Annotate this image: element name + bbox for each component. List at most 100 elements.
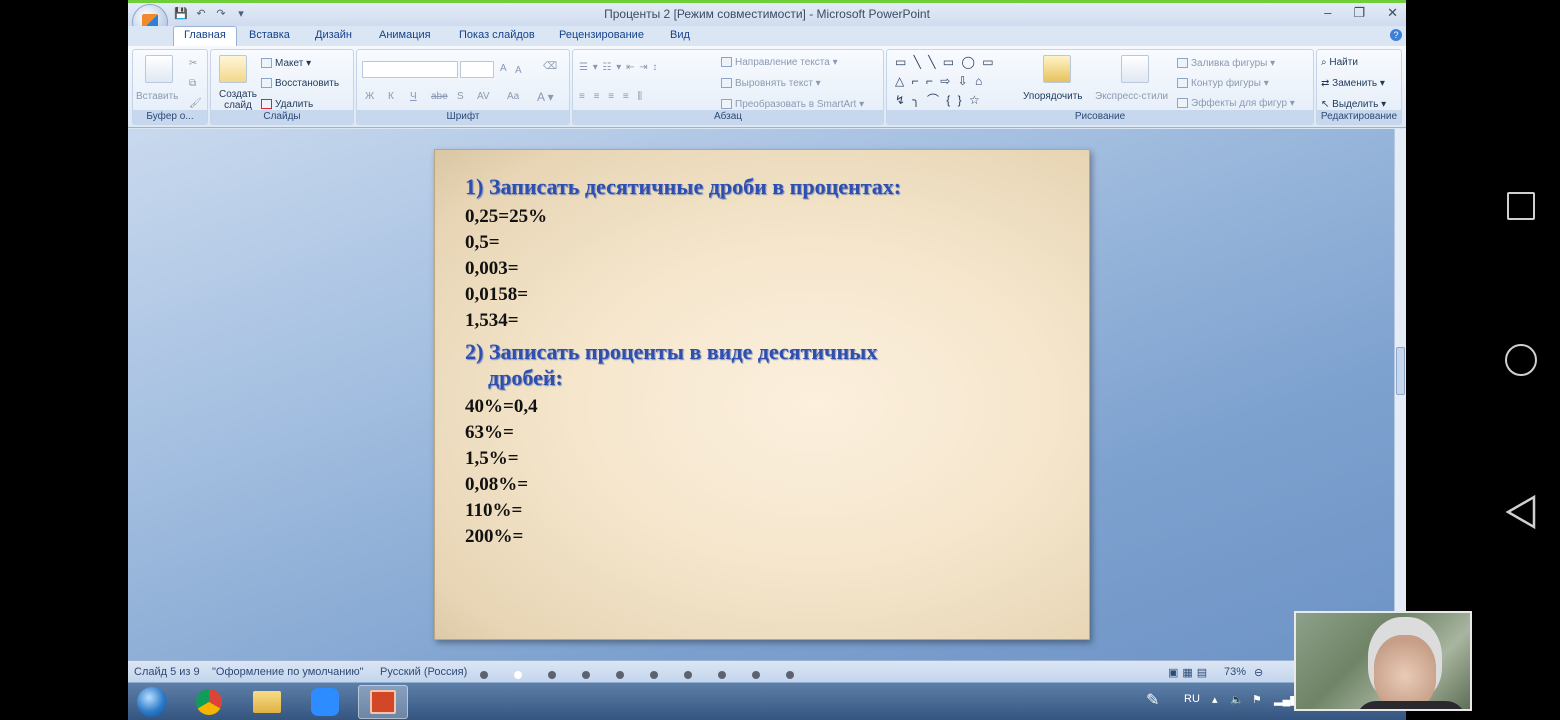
align-buttons[interactable]: ≡ ≡ ≡ ≡ ⫼ [579, 91, 645, 102]
slide-editing-area[interactable]: 1) Записать десятичные дроби в процентах… [128, 129, 1394, 660]
replace-button[interactable]: ⇄ Заменить ▾ [1321, 78, 1385, 89]
shadow-button[interactable]: S [457, 91, 464, 102]
select-button[interactable]: ↖ Выделить ▾ [1321, 99, 1386, 110]
effects-icon [1177, 98, 1188, 109]
page-dot[interactable] [718, 671, 726, 679]
list-buttons[interactable]: ☰ ▾ ☷ ▾ ⇤ ⇥ ↕ [579, 62, 658, 73]
new-slide-button[interactable]: Создать слайд [216, 89, 260, 111]
scrollbar-thumb[interactable] [1396, 347, 1405, 395]
volume-icon[interactable]: 🔈 [1230, 693, 1244, 706]
group-paragraph: ☰ ▾ ☷ ▾ ⇤ ⇥ ↕ ≡ ≡ ≡ ≡ ⫼ Направление текс… [572, 49, 884, 125]
view-buttons[interactable]: ▣▦▤ [1168, 666, 1211, 679]
screen: 💾 ↶ ↷ ▾ Проценты 2 [Режим совместимости]… [0, 0, 1560, 720]
page-dot[interactable] [480, 671, 488, 679]
group-clipboard: Вставить ✂ ⧉ 🖌 Буфер о... [132, 49, 208, 125]
align-text-button[interactable]: Выровнять текст ▾ [721, 78, 821, 89]
arrange-button[interactable]: Упорядочить [1023, 91, 1083, 102]
shape-effects-label: Эффекты для фигур [1191, 98, 1288, 109]
page-dot[interactable] [514, 671, 522, 679]
select-icon: ↖ [1321, 99, 1333, 110]
cut-icon[interactable]: ✂ [189, 58, 197, 69]
powerpoint-taskbar-button[interactable] [358, 685, 408, 719]
font-name-select[interactable] [362, 61, 458, 78]
tray-arrow-icon[interactable]: ▴ [1212, 693, 1218, 706]
home-button[interactable] [1505, 344, 1537, 376]
title-bar: 💾 ↶ ↷ ▾ Проценты 2 [Режим совместимости]… [128, 0, 1406, 26]
zoom-out-icon[interactable]: ⊖ [1254, 666, 1263, 679]
text-direction-button[interactable]: Направление текста ▾ [721, 57, 838, 68]
zoom-level[interactable]: 73% [1224, 666, 1246, 678]
strike-button[interactable]: abe [431, 91, 448, 102]
shapes-gallery[interactable]: ▭ ╲ ╲ ▭ ◯ ▭ △ ⌐ ⌐ ⇨ ⇩ ⌂ ↯ ╮ ⌒ { } ☆ [895, 53, 996, 110]
flag-icon[interactable]: ⚑ [1252, 693, 1262, 706]
page-dot[interactable] [548, 671, 556, 679]
quick-styles-button[interactable]: Экспресс-стили [1095, 91, 1168, 102]
tab-design[interactable]: Дизайн [315, 29, 352, 41]
slide-heading-1: 1) Записать десятичные дроби в процентах… [465, 174, 902, 199]
maximize-button[interactable]: ❐ [1353, 5, 1365, 21]
tab-insert[interactable]: Вставка [249, 29, 290, 41]
page-dot[interactable] [616, 671, 624, 679]
chrome-taskbar-button[interactable] [184, 685, 234, 719]
shape-effects-button[interactable]: Эффекты для фигур ▾ [1177, 98, 1295, 109]
format-painter-icon[interactable]: 🖌 [189, 98, 202, 109]
pen-input-icon[interactable]: ✎ [1146, 690, 1159, 710]
bold-button[interactable]: Ж [365, 91, 374, 102]
close-button[interactable]: ✕ [1387, 5, 1398, 21]
list1-item: 1,534= [465, 310, 519, 331]
shrink-font-button[interactable]: A [515, 65, 522, 76]
tab-animation[interactable]: Анимация [379, 29, 431, 41]
powerpoint-icon [370, 690, 396, 714]
group-editing: ⌕ Найти ⇄ Заменить ▾ ↖ Выделить ▾ Редакт… [1316, 49, 1402, 125]
zoom-taskbar-button[interactable] [300, 685, 350, 719]
list1-item: 0,003= [465, 258, 519, 279]
tab-slideshow[interactable]: Показ слайдов [459, 29, 535, 41]
page-dot[interactable] [752, 671, 760, 679]
help-icon[interactable]: ? [1390, 29, 1402, 41]
smartart-label: Преобразовать в SmartArt [735, 99, 857, 110]
fill-icon [1177, 58, 1188, 69]
list1-item: 0,0158= [465, 284, 529, 305]
android-navigation-bar [1480, 0, 1560, 720]
case-button[interactable]: Aa [507, 91, 519, 102]
recent-apps-button[interactable] [1507, 192, 1535, 220]
window-title: Проценты 2 [Режим совместимости] - Micro… [604, 7, 930, 21]
vertical-scrollbar[interactable] [1394, 129, 1406, 660]
explorer-taskbar-button[interactable] [242, 685, 292, 719]
tab-view[interactable]: Вид [670, 29, 690, 41]
minimize-button[interactable]: – [1324, 5, 1331, 21]
page-dot[interactable] [684, 671, 692, 679]
zoom-app-icon [311, 688, 339, 716]
paste-button[interactable]: Вставить [136, 91, 178, 102]
page-dot[interactable] [582, 671, 590, 679]
delete-slide-button[interactable]: Удалить [261, 99, 313, 110]
start-button[interactable] [132, 685, 172, 719]
chrome-icon [196, 689, 222, 715]
page-dot[interactable] [786, 671, 794, 679]
clear-format-icon[interactable]: ⌫ [543, 61, 557, 72]
back-button[interactable] [1504, 494, 1538, 530]
underline-button[interactable]: Ч [410, 91, 417, 102]
spacing-button[interactable]: AV [477, 91, 490, 102]
list1-item: 0,5= [465, 232, 500, 253]
layout-button[interactable]: Макет ▾ [261, 58, 311, 69]
page-dot[interactable] [650, 671, 658, 679]
find-button[interactable]: ⌕ Найти [1321, 57, 1358, 68]
tab-home[interactable]: Главная [173, 26, 237, 47]
ribbon: Вставить ✂ ⧉ 🖌 Буфер о... Создать слайд … [128, 46, 1406, 128]
font-color-button[interactable]: A ▾ [537, 90, 554, 104]
shape-fill-button[interactable]: Заливка фигуры ▾ [1177, 58, 1275, 69]
align-text-icon [721, 78, 732, 89]
font-size-select[interactable] [460, 61, 494, 78]
slide[interactable]: 1) Записать десятичные дроби в процентах… [434, 149, 1090, 640]
keyboard-language[interactable]: RU [1184, 693, 1200, 705]
list2-item: 63%= [465, 422, 514, 443]
shape-outline-button[interactable]: Контур фигуры ▾ [1177, 78, 1269, 89]
reset-button[interactable]: Восстановить [261, 78, 339, 89]
tab-review[interactable]: Рецензирование [559, 29, 644, 41]
grow-font-button[interactable]: A [500, 63, 507, 74]
italic-button[interactable]: К [388, 91, 394, 102]
copy-icon[interactable]: ⧉ [189, 78, 196, 89]
smartart-button[interactable]: Преобразовать в SmartArt ▾ [721, 99, 864, 110]
language-status: Русский (Россия) [380, 666, 468, 678]
